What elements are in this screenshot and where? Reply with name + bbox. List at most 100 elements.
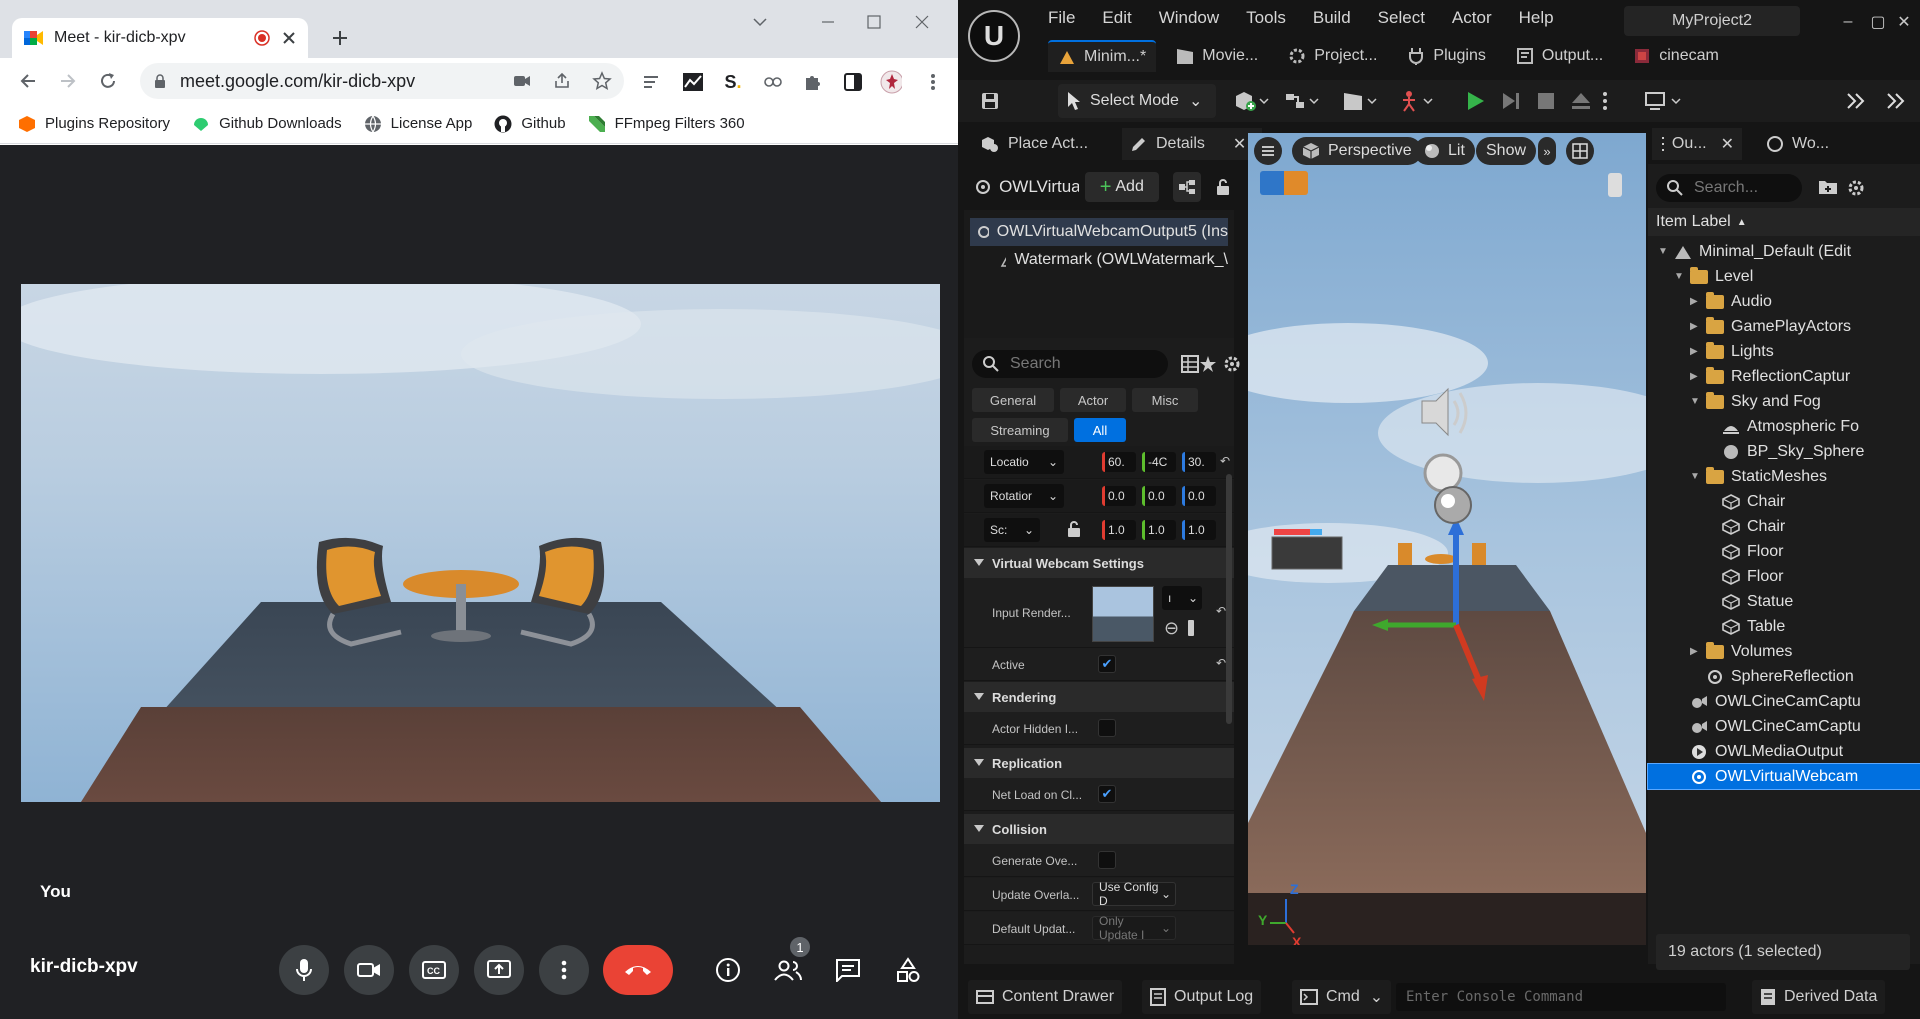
details-scrollbar[interactable] [1226,474,1232,724]
tab-project-settings[interactable]: Project... [1278,40,1387,72]
outliner-row-lights[interactable]: ▶ Lights [1648,339,1920,364]
bookmark-plugins-repository[interactable]: Plugins Repository [18,115,170,133]
outliner-search-input[interactable]: Search... [1656,174,1802,202]
add-actor-button[interactable] [1226,84,1278,118]
outliner-row-world[interactable]: ▼ Minimal_Default (Edit [1648,239,1920,264]
menu-build[interactable]: Build [1313,8,1351,28]
close-window-button[interactable] [908,8,936,36]
lock-details-button[interactable] [1211,172,1234,202]
bookmark-github-downloads[interactable]: Github Downloads [192,115,342,133]
minimize-button[interactable] [814,8,842,36]
location-z-field[interactable]: 30. [1182,452,1216,472]
reset-active-icon[interactable]: ↶ [1216,656,1226,670]
modes-button[interactable] [1390,84,1442,118]
details-settings-button[interactable] [1222,354,1242,374]
output-log-button[interactable]: Output Log [1142,980,1262,1014]
location-y-field[interactable]: -4C [1142,452,1176,472]
outliner-row-table[interactable]: Table [1648,614,1920,639]
add-component-button[interactable]: + Add [1084,172,1159,202]
captions-button[interactable]: CC [409,945,459,995]
net-load-checkbox[interactable]: ✔ [1098,785,1116,803]
use-selected-icon[interactable]: ⊖ [1164,618,1179,639]
save-button[interactable] [972,84,1008,118]
play-options-button[interactable] [1594,84,1616,118]
perspective-button[interactable]: Perspective [1292,137,1422,165]
content-drawer-button[interactable]: Content Drawer [968,980,1123,1014]
ue-maximize-button[interactable]: ▢ [1868,12,1888,32]
side-panel-icon[interactable] [842,71,864,93]
viewport-options-button[interactable] [1254,137,1282,165]
update-overlap-dropdown[interactable]: Use Config D ⌄ [1092,880,1176,908]
select-mode-dropdown[interactable]: Select Mode ⌄ [1058,84,1216,118]
outliner-row-bp-sky-sphere[interactable]: BP_Sky_Sphere [1648,439,1920,464]
scale-lock-icon[interactable] [1066,520,1082,538]
platforms-button[interactable] [1636,84,1692,118]
leave-call-button[interactable] [603,945,673,995]
tab-output[interactable]: Output... [1506,40,1613,72]
tab-movie-render[interactable]: Movie... [1166,40,1268,72]
address-bar[interactable]: meet.google.com/kir-dicb-xpv [140,63,624,99]
menu-file[interactable]: File [1048,8,1075,28]
share-icon[interactable] [552,71,574,93]
outliner-row-chair[interactable]: Chair [1648,514,1920,539]
rotation-x-field[interactable]: 0.0 [1102,486,1136,506]
details-search-input[interactable]: Search [972,350,1168,378]
browse-asset-icon[interactable] [1188,620,1194,636]
menu-edit[interactable]: Edit [1102,8,1131,28]
tab-outliner[interactable]: Ou... ✕ [1652,128,1742,160]
menu-actor[interactable]: Actor [1452,8,1492,28]
tab-place-actors[interactable]: Place Act... [972,128,1096,160]
section-collision[interactable]: Collision [964,814,1234,844]
new-folder-button[interactable] [1818,178,1838,196]
menu-window[interactable]: Window [1159,8,1219,28]
camera-blocked-icon[interactable] [512,71,534,93]
chrome-menu-icon[interactable] [922,71,944,93]
reload-button[interactable] [92,65,124,97]
meeting-info-button[interactable] [708,950,748,990]
analytics-extension-icon[interactable] [682,71,704,93]
close-details-icon[interactable]: ✕ [1233,134,1246,154]
tab-meet[interactable]: Meet - kir-dicb-xpv [12,18,308,58]
tab-close-icon[interactable] [282,31,296,45]
rotation-y-field[interactable]: 0.0 [1142,486,1176,506]
forward-button[interactable] [52,65,84,97]
scale-z-field[interactable]: 1.0 [1182,520,1216,540]
bookmark-github[interactable]: Github [494,115,566,133]
cmd-dropdown[interactable]: Cmd ⌄ [1292,980,1392,1014]
scale-dropdown[interactable]: Sc: ⌄ [984,518,1040,542]
cinematics-button[interactable] [1334,84,1386,118]
s-extension-icon[interactable]: S. [722,71,744,93]
filter-misc[interactable]: Misc [1132,388,1198,412]
outliner-row-reflectioncapture[interactable]: ▶ ReflectionCaptur [1648,364,1920,389]
bookmark-license-app[interactable]: License App [364,115,472,133]
derived-data-button[interactable]: Derived Data [1752,980,1886,1014]
activities-button[interactable] [888,950,928,990]
viewport-layout-button[interactable] [1566,137,1594,165]
section-virtual-webcam[interactable]: Virtual Webcam Settings [964,548,1234,578]
toolbar-overflow-button[interactable] [1838,84,1874,118]
viewport-collapse-button[interactable] [1608,173,1622,197]
tab-world-settings[interactable]: Wo... [1758,128,1837,160]
actor-hidden-checkbox[interactable] [1098,719,1116,737]
location-x-field[interactable]: 60. [1102,452,1136,472]
outliner-row-chair[interactable]: Chair [1648,489,1920,514]
camera-speed-button[interactable] [1284,171,1308,195]
link-extension-icon[interactable] [762,71,784,93]
profile-avatar[interactable] [880,70,902,94]
settings-overflow-button[interactable] [1878,84,1914,118]
outliner-settings-button[interactable] [1846,178,1866,198]
blueprints-button[interactable] [1276,84,1328,118]
outliner-row-atmospheric-fog[interactable]: Atmospheric Fo [1648,414,1920,439]
generate-overlap-checkbox[interactable] [1098,851,1116,869]
extensions-puzzle-icon[interactable] [802,71,824,93]
stop-button[interactable] [1528,84,1564,118]
bookmark-star-icon[interactable] [592,71,614,93]
filter-actor[interactable]: Actor [1060,388,1126,412]
outliner-row-owlcinecam-1[interactable]: OWLCineCamCaptu [1648,689,1920,714]
actor-name[interactable]: OWLVirtua [999,177,1079,197]
close-outliner-icon[interactable]: ✕ [1721,134,1734,154]
section-replication[interactable]: Replication [964,748,1234,778]
outliner-row-gameplayactors[interactable]: ▶ GamePlayActors [1648,314,1920,339]
show-flags-button[interactable]: Show [1476,137,1537,165]
favorites-button[interactable] [1198,354,1218,374]
